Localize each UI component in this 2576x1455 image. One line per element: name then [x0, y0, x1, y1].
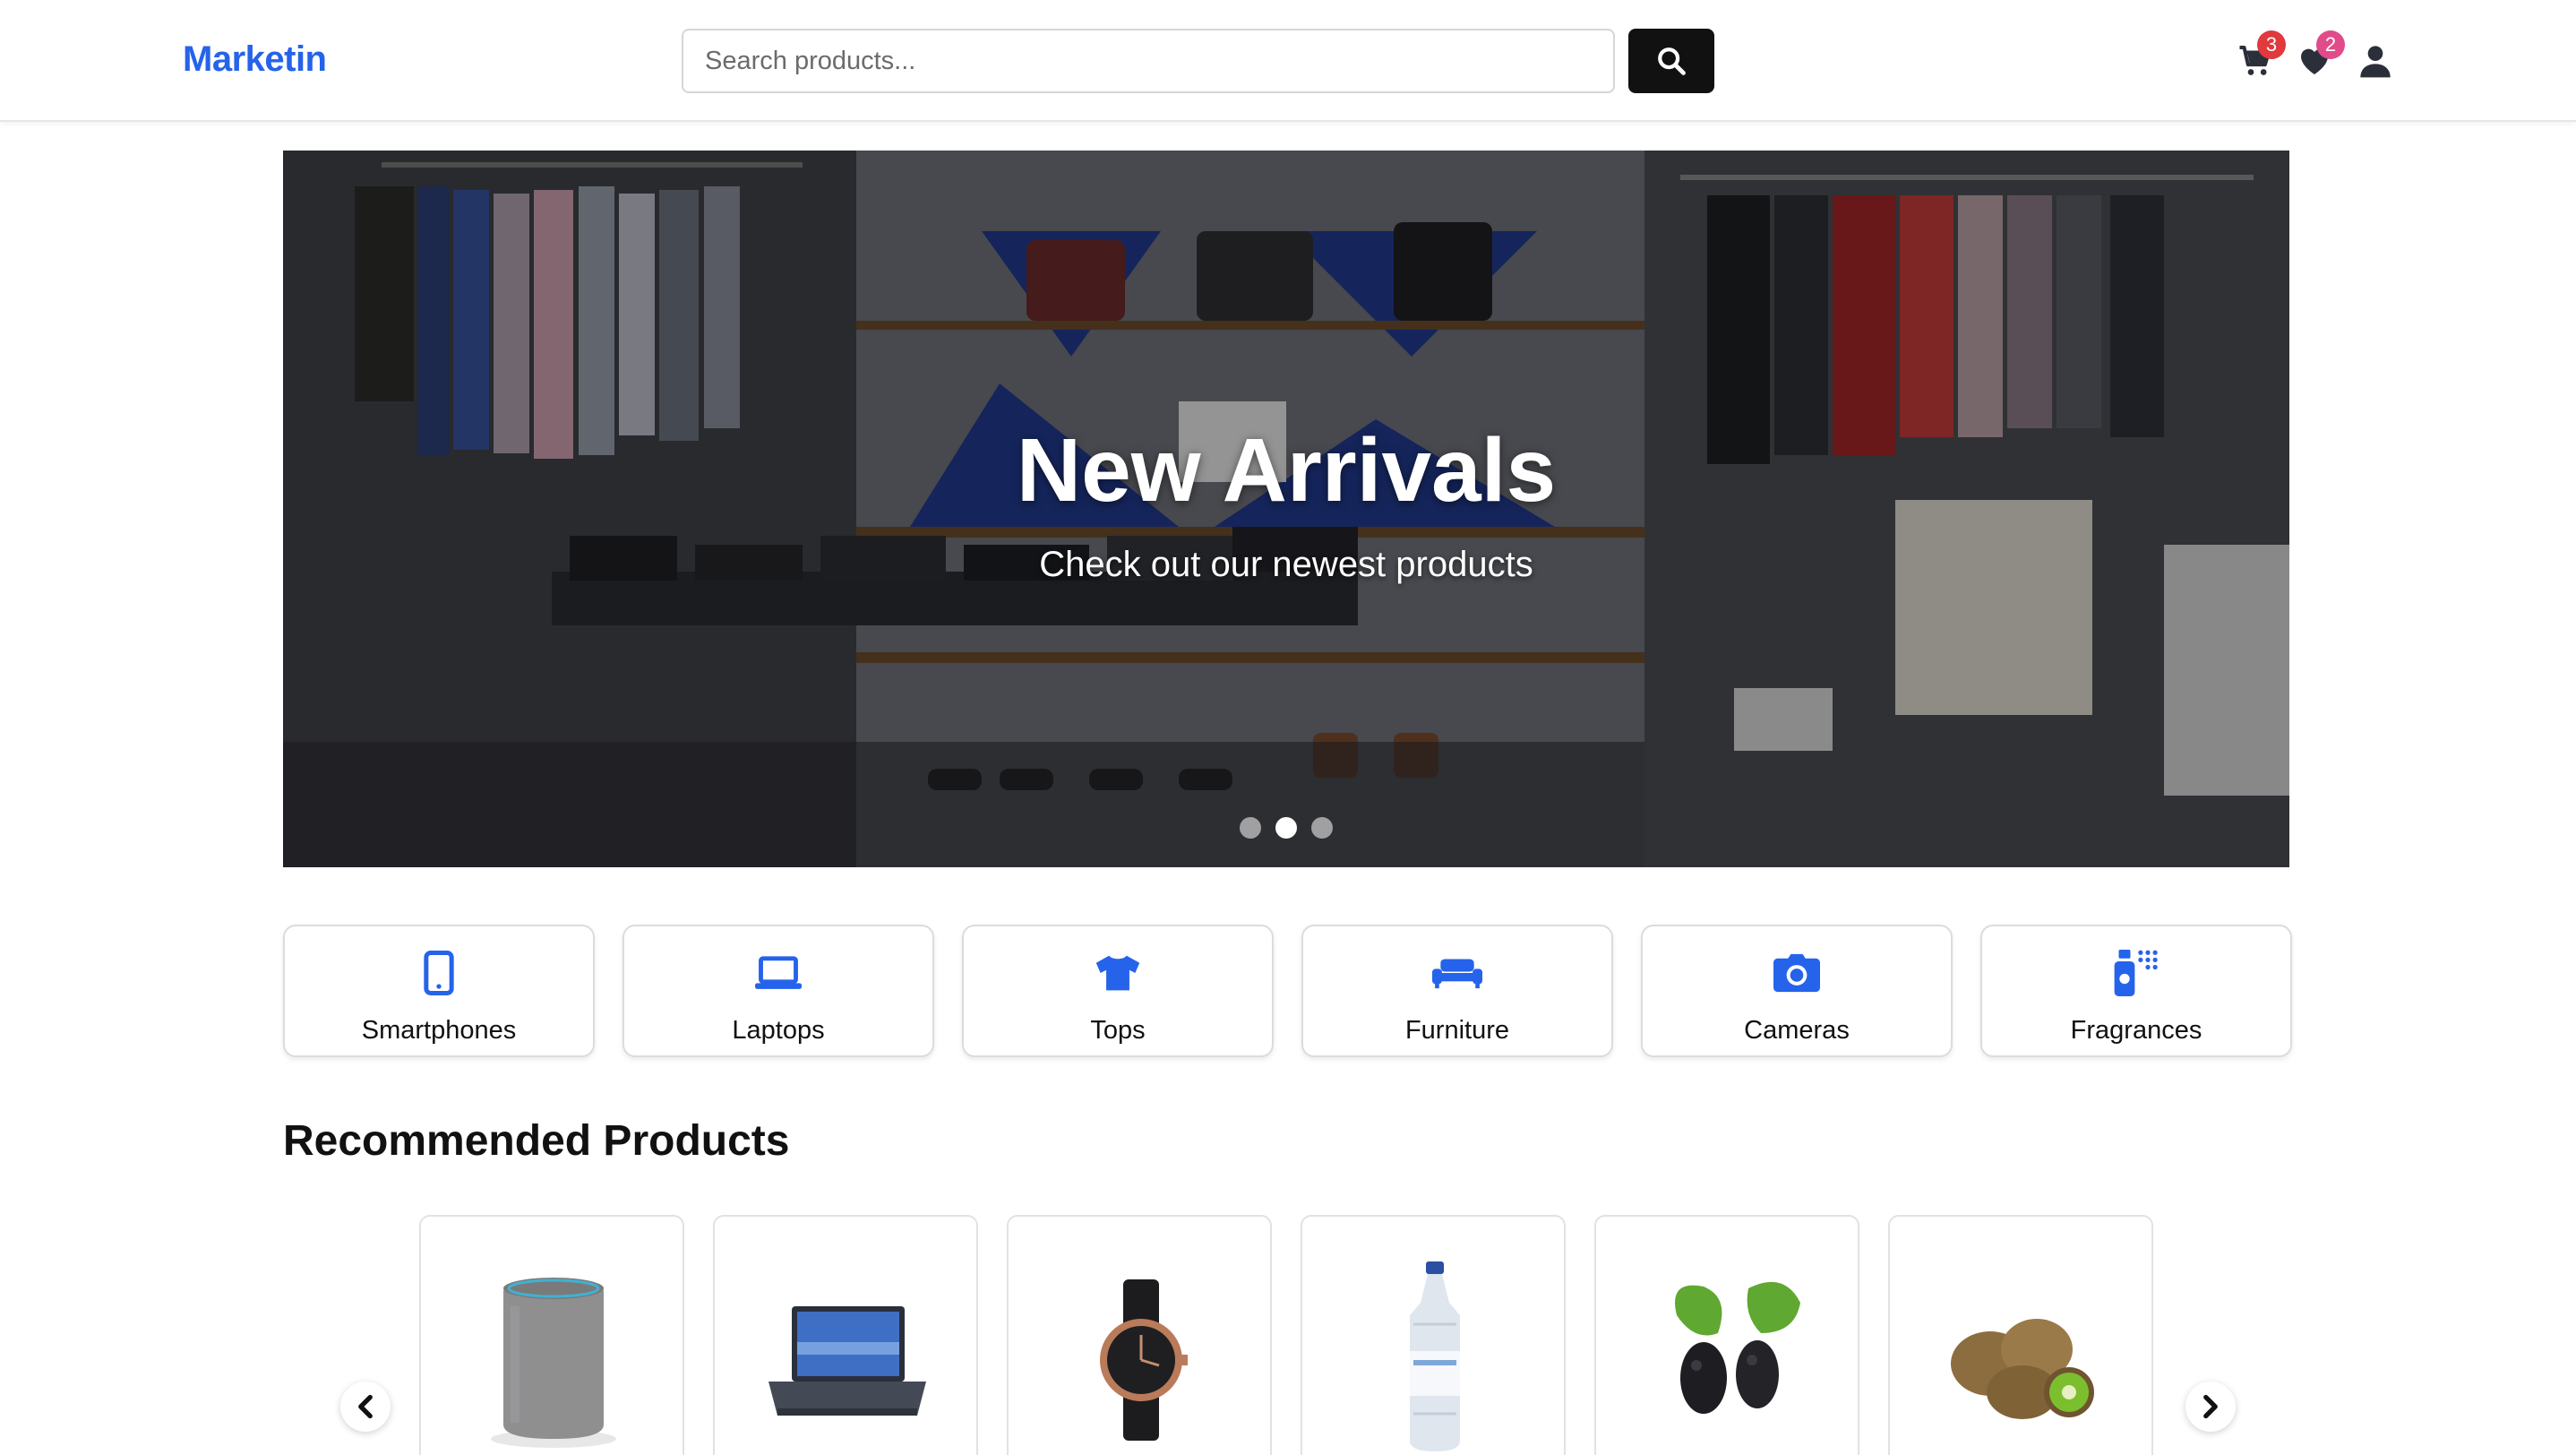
- cart-button[interactable]: 3: [2234, 30, 2286, 82]
- product-card[interactable]: [1007, 1215, 1272, 1455]
- product-card[interactable]: [1301, 1215, 1566, 1455]
- couch-icon: [1432, 959, 1482, 989]
- spray-bottle-icon: [2114, 950, 2158, 996]
- carousel-next-button[interactable]: [2185, 1382, 2236, 1432]
- laptop-icon: [755, 956, 802, 989]
- category-smartphones[interactable]: Smartphones: [283, 925, 595, 1057]
- site-header: Marketin 3 2: [0, 0, 2576, 122]
- category-label: Smartphones: [361, 1016, 517, 1045]
- product-card[interactable]: [1594, 1215, 1859, 1455]
- recommended-title: Recommended Products: [283, 1117, 790, 1165]
- category-label: Cameras: [1744, 1016, 1850, 1045]
- chevron-left-icon: [358, 1394, 373, 1419]
- hero-subtitle: Check out our newest products: [1039, 545, 1533, 584]
- camera-icon: [1773, 953, 1820, 993]
- carousel-dot-1[interactable]: [1240, 817, 1261, 839]
- category-laptops[interactable]: Laptops: [623, 925, 934, 1057]
- site-logo[interactable]: Marketin: [183, 39, 327, 80]
- wristwatch-image: [1100, 1279, 1188, 1441]
- search-icon: [1658, 47, 1686, 75]
- cart-count-badge: 3: [2257, 30, 2286, 59]
- search-input[interactable]: [682, 29, 1615, 93]
- carousel-indicators: [283, 817, 2289, 839]
- category-furniture[interactable]: Furniture: [1301, 925, 1613, 1057]
- wishlist-count-badge: 2: [2316, 30, 2345, 59]
- laptop-image: [769, 1306, 926, 1416]
- category-label: Furniture: [1404, 1016, 1510, 1045]
- category-tops[interactable]: Tops: [962, 925, 1274, 1057]
- product-card[interactable]: [713, 1215, 978, 1455]
- smartphone-icon: [424, 951, 454, 995]
- product-card[interactable]: [1888, 1215, 2153, 1455]
- carousel-dot-2[interactable]: [1275, 817, 1297, 839]
- product-card[interactable]: [419, 1215, 684, 1455]
- category-cameras[interactable]: Cameras: [1641, 925, 1953, 1057]
- user-icon: [2360, 46, 2391, 78]
- water-bottle-image: [1410, 1261, 1460, 1451]
- account-button[interactable]: [2354, 39, 2397, 82]
- carousel-dot-3[interactable]: [1311, 817, 1333, 839]
- kiwi-image: [1951, 1319, 2094, 1419]
- hero-title: New Arrivals: [1016, 420, 1557, 521]
- wishlist-button[interactable]: 2: [2293, 30, 2345, 82]
- hero-carousel[interactable]: New Arrivals Check out our newest produc…: [283, 151, 2289, 867]
- category-fragrances[interactable]: Fragrances: [1980, 925, 2292, 1057]
- mulberry-image: [1675, 1281, 1800, 1414]
- carousel-prev-button[interactable]: [340, 1382, 391, 1432]
- smart-speaker-image: [491, 1278, 616, 1448]
- category-label: Tops: [1090, 1016, 1146, 1045]
- search-button[interactable]: [1628, 29, 1714, 93]
- category-label: Laptops: [732, 1016, 825, 1045]
- tshirt-icon: [1095, 955, 1140, 991]
- chevron-right-icon: [2203, 1394, 2218, 1419]
- category-label: Fragrances: [2070, 1016, 2202, 1045]
